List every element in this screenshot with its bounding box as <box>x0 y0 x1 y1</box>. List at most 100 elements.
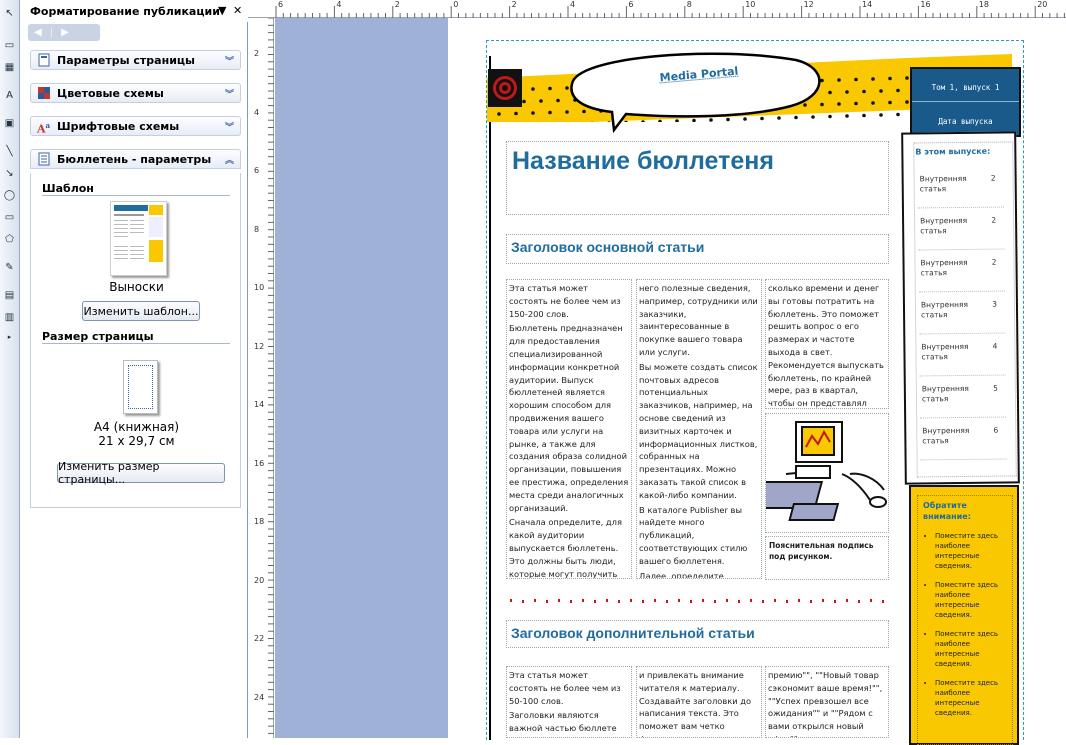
page-options-icon <box>37 53 51 67</box>
secondary-heading-frame[interactable]: Заголовок дополнительной статьи <box>506 620 889 648</box>
secondary-column-1[interactable]: Эта статья может состоять не более чем и… <box>506 666 632 738</box>
arrow-icon[interactable]: ↘ <box>2 166 17 180</box>
toc-entry-page: 5 <box>993 384 998 394</box>
main-heading[interactable]: Заголовок основной статьи <box>511 239 704 255</box>
page-size-dims: 21 x 29,7 см <box>31 434 242 448</box>
oval-icon[interactable]: ◯ <box>2 188 17 202</box>
section-font-schemes[interactable]: Aa Шрифтовые схемы ︾ <box>30 116 241 136</box>
ruler-label: 2 <box>254 49 259 58</box>
paragraph: него полезные сведения, например, сотруд… <box>639 282 759 359</box>
paragraph: премию"", ""Новый товар сэкономит ваше в… <box>768 669 886 738</box>
toc-row[interactable]: Внутренняя статья 6 <box>920 420 1006 461</box>
design-gallery-icon[interactable]: ▤ <box>2 288 17 302</box>
horizontal-ruler[interactable]: 64202468101214161820 <box>248 0 1066 18</box>
ruler-label: 14 <box>254 400 264 409</box>
main-heading-frame[interactable]: Заголовок основной статьи <box>506 234 889 264</box>
secondary-column-3[interactable]: премию"", ""Новый товар сэкономит ваше в… <box>765 666 889 738</box>
secondary-heading[interactable]: Заголовок дополнительной статьи <box>511 625 755 641</box>
ruler-label: 6 <box>628 0 633 9</box>
chevron-down-icon: ︾ <box>225 54 234 67</box>
change-page-size-button[interactable]: Изменить размер страницы... <box>57 463 225 483</box>
main-column-2[interactable]: него полезные сведения, например, сотруд… <box>636 279 762 579</box>
chevron-up-icon: ︽ <box>225 153 234 166</box>
text-box-icon[interactable]: ▭ <box>2 38 17 52</box>
ruler-label: 18 <box>979 0 989 9</box>
main-column-1[interactable]: Эта статья может состоять не более чем и… <box>506 279 632 579</box>
toc-box: В этом выпуске: Внутренняя статья2Внутре… <box>901 131 1020 484</box>
toc-row[interactable]: Внутренняя статья2 <box>918 252 1004 293</box>
toc-entry-page: 6 <box>993 426 998 436</box>
table-icon[interactable]: ▦ <box>2 60 17 74</box>
section-label: Цветовые схемы <box>57 87 164 100</box>
toc-row[interactable]: Внутренняя статья3 <box>919 294 1005 335</box>
section-newsletter-options[interactable]: Бюллетень - параметры ︽ <box>30 149 241 169</box>
toolbar-more-icon[interactable]: ▸ <box>2 330 17 344</box>
paragraph: Эта статья может состоять не более чем и… <box>509 669 629 707</box>
close-icon[interactable]: ✕ <box>233 4 242 17</box>
issue-date: Дата выпуска <box>912 117 1019 126</box>
newsletter-title-frame[interactable]: Название бюллетеня <box>506 141 889 215</box>
forward-icon[interactable]: ▶ <box>61 27 69 38</box>
picture-caption[interactable]: Пояснительная подпись под рисунком. <box>765 536 889 580</box>
paragraph: Сначала определите, для какой аудитории … <box>509 516 629 579</box>
newsletter-options-icon <box>37 152 51 166</box>
template-thumbnail[interactable] <box>110 201 167 276</box>
toc-row[interactable]: Внутренняя статья 2 <box>918 168 1004 209</box>
hot-spot-icon[interactable]: ✎ <box>2 260 17 274</box>
highlight-list: Поместите здесь наиболее интересные свед… <box>935 531 1009 727</box>
ruler-label: 8 <box>687 0 692 9</box>
toc-entry-page: 3 <box>992 300 997 310</box>
paragraph: Эта статья может состоять не более чем и… <box>509 282 629 320</box>
insert-item-icon[interactable]: ▥ <box>2 310 17 324</box>
section-color-schemes[interactable]: Цветовые схемы ︾ <box>30 83 241 103</box>
autoshapes-icon[interactable]: ⬠ <box>2 232 17 246</box>
toc-entry-title: Внутренняя статья <box>920 216 980 237</box>
secondary-column-2[interactable]: и привлекать внимание читателя к материа… <box>636 666 762 738</box>
change-template-button[interactable]: Изменить шаблон... <box>82 301 200 321</box>
color-schemes-icon <box>37 86 51 100</box>
wordart-icon[interactable]: A <box>2 88 17 102</box>
task-pane-header: Форматирование публикации ▼ ✕ <box>20 0 248 22</box>
target-logo-icon[interactable] <box>488 69 522 107</box>
select-pointer-icon[interactable]: ↖ <box>2 6 17 20</box>
task-pane: Форматирование публикации ▼ ✕ ◀ | ▶ Пара… <box>20 0 248 738</box>
main-column-3[interactable]: сколько времени и денег вы готовы потрат… <box>765 279 889 409</box>
divider <box>510 596 885 606</box>
page-size-thumbnail[interactable] <box>123 360 158 414</box>
ruler-label: 20 <box>1037 0 1047 9</box>
logo-balloon[interactable]: Media Portal <box>566 46 826 134</box>
paragraph: Далее, определите <box>639 570 759 579</box>
ruler-label: 12 <box>804 0 814 9</box>
toc-row[interactable]: Внутренняя статья5 <box>920 378 1006 419</box>
ruler-label: 4 <box>336 0 341 9</box>
ruler-label: 20 <box>254 576 264 585</box>
section-label: Бюллетень - параметры <box>57 153 211 166</box>
back-icon[interactable]: ◀ <box>34 27 42 38</box>
toc-entry-title: Внутренняя статья <box>920 174 980 195</box>
highlight-item: Поместите здесь наиболее интересные свед… <box>935 531 1009 571</box>
toc-entry-title: Внутренняя статья <box>920 258 980 279</box>
task-pane-navigation: ◀ | ▶ <box>28 24 100 41</box>
toc-entry-title: Внутренняя статья <box>922 426 982 447</box>
objects-toolbar: ↖ ▭ ▦ A ▣ ╲ ↘ ◯ ▭ ⬠ ✎ ▤ ▥ ▸ <box>0 0 20 738</box>
computer-clipart[interactable] <box>765 413 889 533</box>
highlight-title: Обратите внимание: <box>923 500 1003 522</box>
toc-row[interactable]: Внутренняя статья4 <box>919 336 1005 377</box>
toc-entry-page: 2 <box>991 174 996 184</box>
dropdown-icon[interactable]: ▼ <box>218 4 226 17</box>
highlight-box: Обратите внимание: Поместите здесь наибо… <box>909 485 1019 745</box>
rectangle-icon[interactable]: ▭ <box>2 210 17 224</box>
toc-row[interactable]: Внутренняя статья2 <box>918 210 1004 251</box>
template-name: Выноски <box>31 280 242 294</box>
ruler-label: 14 <box>862 0 872 9</box>
issue-number: Том 1, выпуск 1 <box>912 83 1019 92</box>
vertical-ruler[interactable]: 24681012141618202224 <box>248 18 274 738</box>
ruler-label: 16 <box>920 0 930 9</box>
paragraph: и привлекать внимание читателя к материа… <box>639 669 759 738</box>
section-label: Шрифтовые схемы <box>57 120 179 133</box>
newsletter-title[interactable]: Название бюллетеня <box>512 147 774 176</box>
scratch-area <box>275 18 448 738</box>
line-icon[interactable]: ╲ <box>2 144 17 158</box>
section-page-options[interactable]: Параметры страницы ︾ <box>30 50 241 70</box>
picture-icon[interactable]: ▣ <box>2 116 17 130</box>
